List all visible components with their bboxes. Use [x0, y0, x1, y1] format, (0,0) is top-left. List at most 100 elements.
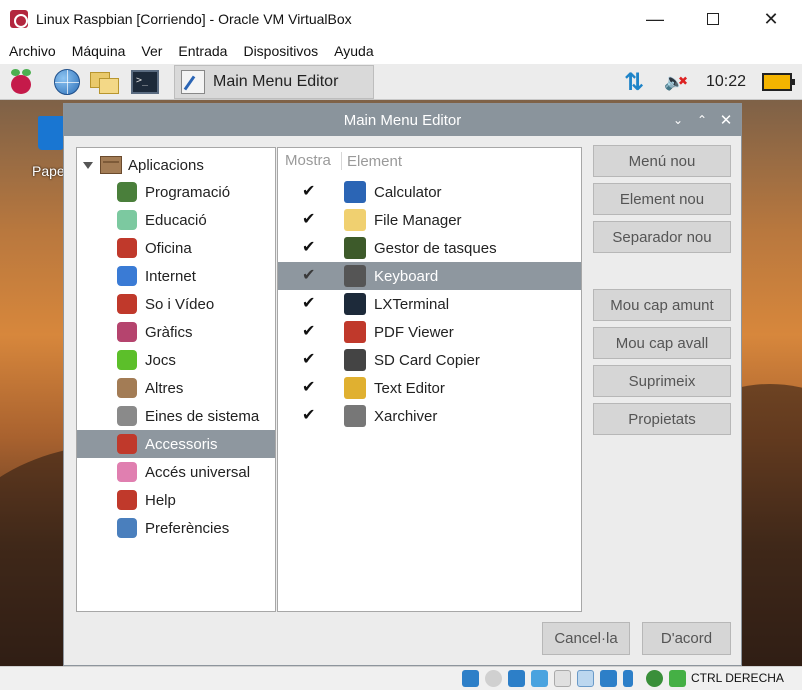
cancel-button[interactable]: Cancel·la: [542, 622, 630, 655]
trash-label: Pape: [32, 163, 65, 179]
list-item-label: File Manager: [374, 211, 462, 229]
show-checkbox[interactable]: ✔: [302, 240, 316, 256]
menu-tree: Aplicacions Programació Educació Oficina In…: [76, 147, 276, 612]
ok-button[interactable]: D'acord: [642, 622, 731, 655]
audio-icon[interactable]: [508, 670, 525, 687]
recording-icon[interactable]: [623, 670, 633, 687]
show-checkbox[interactable]: ✔: [302, 352, 316, 368]
show-checkbox[interactable]: ✔: [302, 380, 316, 396]
menu-dispositivos[interactable]: Dispositivos: [243, 43, 318, 59]
list-item[interactable]: ✔ Xarchiver: [278, 402, 581, 430]
terminal-icon: >_: [131, 70, 159, 94]
list-item[interactable]: ✔ LXTerminal: [278, 290, 581, 318]
chevron-up-icon[interactable]: ⌃: [692, 110, 712, 130]
preferences-icon: [117, 518, 137, 538]
show-checkbox[interactable]: ✔: [302, 324, 316, 340]
hard-disk-icon[interactable]: [462, 670, 479, 687]
tree-item[interactable]: Internet: [77, 262, 275, 290]
tree-item[interactable]: Programació: [77, 178, 275, 206]
minimize-button[interactable]: —: [632, 0, 678, 38]
tree-item[interactable]: Help: [77, 486, 275, 514]
network-icon[interactable]: [531, 670, 548, 687]
tree-item[interactable]: Eines de sistema: [77, 402, 275, 430]
folders-icon: [90, 70, 120, 94]
tree-item[interactable]: Accés universal: [77, 458, 275, 486]
menu-ver[interactable]: Ver: [141, 43, 162, 59]
tree-item-label: Altres: [145, 379, 184, 397]
education-icon: [117, 210, 137, 230]
tree-item[interactable]: Accessoris: [77, 430, 275, 458]
accessories-icon: [117, 434, 137, 454]
network-arrows-icon[interactable]: ⇅: [624, 68, 644, 97]
properties-button[interactable]: Propietats: [593, 403, 731, 435]
virtualization-icon[interactable]: [646, 670, 663, 687]
tree-item-label: Educació: [145, 211, 207, 229]
main-menu-editor-dialog: Main Menu Editor ⌄ ⌃ ✕ Aplicacions Progr…: [63, 103, 742, 666]
new-menu-button[interactable]: Menú nou: [593, 145, 731, 177]
calculator-icon: [344, 181, 366, 203]
taskbar-main-menu-editor[interactable]: Main Menu Editor: [174, 65, 374, 99]
mouse-integration-icon[interactable]: [669, 670, 686, 687]
trash-icon[interactable]: [38, 116, 64, 150]
tree-item-label: Help: [145, 491, 176, 509]
close-button[interactable]: ✕: [748, 0, 794, 38]
volume-muted-icon[interactable]: 🔈 ✖: [664, 72, 688, 92]
tree-item[interactable]: Oficina: [77, 234, 275, 262]
show-checkbox[interactable]: ✔: [302, 408, 316, 424]
menu-entrada[interactable]: Entrada: [178, 43, 227, 59]
new-item-button[interactable]: Element nou: [593, 183, 731, 215]
file-manager-launcher[interactable]: [90, 67, 120, 97]
tree-root-applications[interactable]: Aplicacions: [83, 154, 204, 176]
list-item[interactable]: ✔ Calculator: [278, 178, 581, 206]
delete-button[interactable]: Suprimeix: [593, 365, 731, 397]
help-icon: [117, 490, 137, 510]
tree-item[interactable]: Altres: [77, 374, 275, 402]
task-manager-icon: [344, 237, 366, 259]
new-separator-button[interactable]: Separador nou: [593, 221, 731, 253]
maximize-button[interactable]: [690, 0, 736, 38]
raspberry-menu-button[interactable]: [6, 67, 36, 97]
menu-items-list: Mostra Element ✔ Calculator ✔ File Manager ✔…: [277, 147, 582, 612]
show-checkbox[interactable]: ✔: [302, 212, 316, 228]
list-item[interactable]: ✔ Gestor de tasques: [278, 234, 581, 262]
display-icon[interactable]: [600, 670, 617, 687]
list-item[interactable]: ✔ Keyboard: [278, 262, 581, 290]
list-item[interactable]: ✔ PDF Viewer: [278, 318, 581, 346]
menu-ayuda[interactable]: Ayuda: [334, 43, 373, 59]
dialog-title-bar: Main Menu Editor ⌄ ⌃ ✕: [64, 104, 741, 136]
list-item[interactable]: ✔ SD Card Copier: [278, 346, 581, 374]
programming-icon: [117, 182, 137, 202]
column-header-element[interactable]: Element: [342, 153, 402, 170]
tree-item-label: Accés universal: [145, 463, 251, 481]
list-item[interactable]: ✔ Text Editor: [278, 374, 581, 402]
show-checkbox[interactable]: ✔: [302, 268, 316, 284]
tree-item[interactable]: So i Vídeo: [77, 290, 275, 318]
web-browser-launcher[interactable]: [52, 67, 82, 97]
clock: 10:22: [706, 73, 747, 90]
tree-item-label: Oficina: [145, 239, 192, 257]
column-header-show[interactable]: Mostra: [278, 152, 342, 170]
menu-archivo[interactable]: Archivo: [9, 43, 56, 59]
menu-maquina[interactable]: Máquina: [72, 43, 126, 59]
list-item[interactable]: ✔ File Manager: [278, 206, 581, 234]
dialog-title: Main Menu Editor: [343, 111, 462, 129]
usb-icon[interactable]: [554, 670, 571, 687]
show-checkbox[interactable]: ✔: [302, 184, 316, 200]
move-up-button[interactable]: Mou cap amunt: [593, 289, 731, 321]
shared-folders-icon[interactable]: [577, 670, 594, 687]
host-title-bar: Linux Raspbian [Corriendo] - Oracle VM V…: [0, 0, 802, 38]
pdf-viewer-icon: [344, 321, 366, 343]
optical-drive-icon[interactable]: [485, 670, 502, 687]
list-item-label: Keyboard: [374, 267, 439, 285]
tree-item[interactable]: Preferències: [77, 514, 275, 542]
move-down-button[interactable]: Mou cap avall: [593, 327, 731, 359]
expand-arrow-icon[interactable]: [83, 161, 93, 169]
tree-item[interactable]: Gràfics: [77, 318, 275, 346]
raspberry-pi-icon: [9, 69, 33, 95]
terminal-launcher[interactable]: >_: [130, 67, 160, 97]
chevron-down-icon[interactable]: ⌄: [668, 110, 688, 130]
show-checkbox[interactable]: ✔: [302, 296, 316, 312]
dialog-close-icon[interactable]: ✕: [716, 110, 736, 130]
tree-item[interactable]: Educació: [77, 206, 275, 234]
tree-item[interactable]: Jocs: [77, 346, 275, 374]
